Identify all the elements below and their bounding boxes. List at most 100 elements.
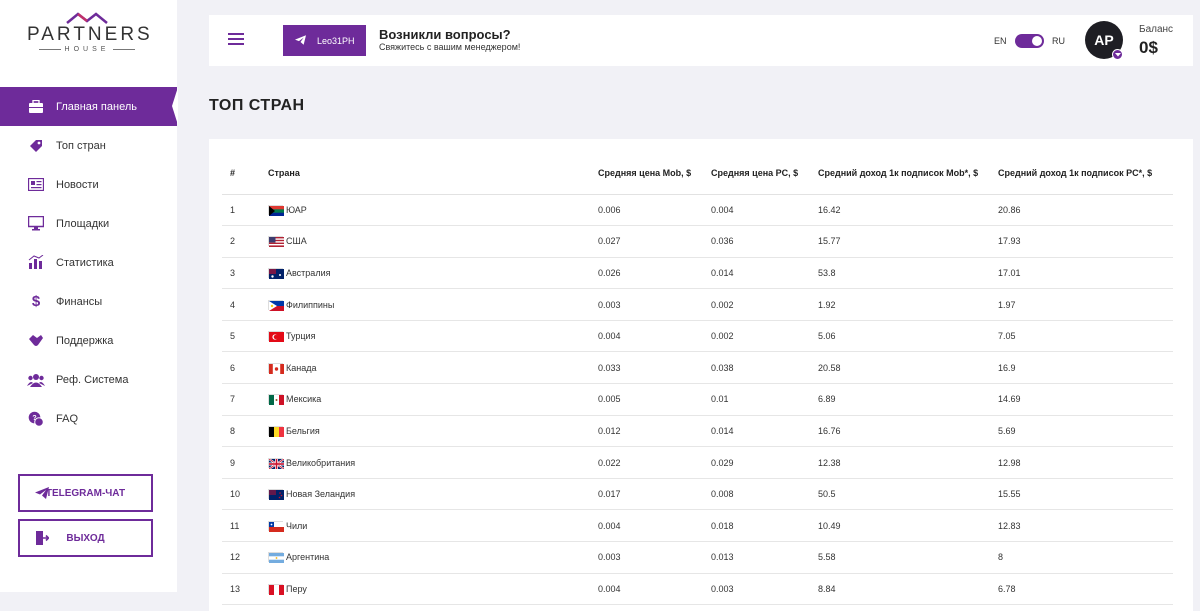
rank-cell: 1 xyxy=(222,194,268,227)
column-header-rank[interactable]: # xyxy=(222,152,268,195)
column-header-mob-income[interactable]: Средний доход 1к подписок Mob*, $ xyxy=(818,152,998,195)
flag-gb-icon xyxy=(268,457,284,469)
rank-cell: 6 xyxy=(222,351,268,385)
roof-logo-icon xyxy=(66,12,108,24)
sidebar-item-support[interactable]: Поддержка xyxy=(0,321,177,360)
sidebar-item-statistics[interactable]: Статистика xyxy=(0,243,177,282)
country-name: Новая Зеландия xyxy=(286,489,356,500)
monitor-icon xyxy=(27,215,45,233)
rank-cell: 7 xyxy=(222,383,268,416)
lang-en-label[interactable]: EN xyxy=(994,36,1007,46)
manager-badge-button[interactable]: Leo31PH xyxy=(283,25,366,56)
sidebar-item-label: Статистика xyxy=(56,256,114,269)
country-name: Великобритания xyxy=(286,457,356,468)
pc-income-cell: 7.05 xyxy=(998,320,1173,353)
mob-income-cell: 15.77 xyxy=(818,225,998,258)
mob-price-cell: 0.033 xyxy=(598,351,711,385)
flag-za-icon xyxy=(268,204,284,216)
country-cell: Мексика xyxy=(268,383,598,416)
table-row: 7 Мексика 0.005 0.01 6.89 14.69 xyxy=(222,383,1173,416)
svg-text:?: ? xyxy=(32,415,36,422)
exit-door-icon xyxy=(34,530,50,546)
flag-be-icon xyxy=(268,425,284,437)
mob-income-cell: 5.06 xyxy=(818,320,998,353)
mob-price-cell: 0.003 xyxy=(598,288,711,321)
newspaper-icon xyxy=(27,176,45,194)
table-row: 1 ЮАР 0.006 0.004 16.42 20.86 xyxy=(222,194,1173,227)
rank-cell: 5 xyxy=(222,320,268,353)
top-countries-card: # Страна Средняя цена Mob, $ Средняя цен… xyxy=(209,139,1193,611)
telegram-icon xyxy=(295,34,306,47)
pc-price-cell: 0.008 xyxy=(711,478,818,511)
pc-price-cell: 0.002 xyxy=(711,288,818,321)
sidebar-item-news[interactable]: Новости xyxy=(0,165,177,204)
mob-income-cell: 6.89 xyxy=(818,383,998,416)
sidebar-item-platforms[interactable]: Площадки xyxy=(0,204,177,243)
dollar-icon: $ xyxy=(31,293,41,310)
flag-mx-icon xyxy=(268,394,284,406)
mob-income-cell: 16.76 xyxy=(818,415,998,448)
pc-price-cell: 0.036 xyxy=(711,225,818,258)
sidebar-item-faq[interactable]: ? FAQ xyxy=(0,399,177,438)
country-name: Австралия xyxy=(286,267,331,278)
mob-price-cell: 0.004 xyxy=(598,573,711,606)
mob-price-cell: 0.004 xyxy=(598,320,711,353)
pc-price-cell: 0.029 xyxy=(711,446,818,479)
country-cell: Австралия xyxy=(268,257,598,290)
top-countries-table: # Страна Средняя цена Mob, $ Средняя цен… xyxy=(222,152,1173,606)
questions-subtitle: Свяжитесь с вашим менеджером! xyxy=(379,42,521,52)
lang-ru-label[interactable]: RU xyxy=(1052,36,1065,46)
mob-income-cell: 50.5 xyxy=(818,478,998,511)
rank-cell: 2 xyxy=(222,225,268,258)
pc-income-cell: 8 xyxy=(998,541,1173,574)
pc-price-cell: 0.018 xyxy=(711,509,818,543)
sidebar-item-dashboard[interactable]: Главная панель xyxy=(0,87,178,126)
sidebar-item-label: Топ стран xyxy=(56,139,106,152)
table-row: 9 Великобритания 0.022 0.029 12.38 12.98 xyxy=(222,446,1173,479)
mob-income-cell: 8.84 xyxy=(818,573,998,606)
telegram-chat-button[interactable]: TELEGRAM-ЧАТ xyxy=(18,474,153,512)
sidebar-item-label: Площадки xyxy=(56,217,110,230)
pc-income-cell: 14.69 xyxy=(998,383,1173,416)
partners-house-logo[interactable]: PARTNERS HOUSE xyxy=(27,12,150,58)
pc-income-cell: 12.83 xyxy=(998,509,1173,543)
sidebar-item-finance[interactable]: $ Финансы xyxy=(0,282,177,321)
mob-price-cell: 0.027 xyxy=(598,225,711,258)
language-toggle[interactable] xyxy=(1015,34,1044,48)
logo-sub: HOUSE xyxy=(64,46,110,53)
country-cell: США xyxy=(268,225,598,258)
mob-income-cell: 53.8 xyxy=(818,257,998,290)
pc-price-cell: 0.004 xyxy=(711,194,818,227)
rank-cell: 8 xyxy=(222,415,268,448)
sidebar-item-referral[interactable]: Реф. Система xyxy=(0,360,177,399)
column-header-country[interactable]: Страна xyxy=(268,152,598,195)
table-row: 4 Филиппины 0.003 0.002 1.92 1.97 xyxy=(222,288,1173,321)
logout-button[interactable]: ВЫХОД xyxy=(18,519,153,557)
pc-income-cell: 16.9 xyxy=(998,351,1173,385)
country-cell: Филиппины xyxy=(268,288,598,321)
pc-income-cell: 15.55 xyxy=(998,478,1173,511)
chevron-down-icon[interactable] xyxy=(1112,49,1123,60)
column-header-mob-price[interactable]: Средняя цена Mob, $ xyxy=(598,152,711,195)
menu-burger-icon[interactable] xyxy=(228,33,244,47)
pc-price-cell: 0.014 xyxy=(711,415,818,448)
pc-income-cell: 12.98 xyxy=(998,446,1173,479)
country-name: Перу xyxy=(286,583,307,594)
tag-icon xyxy=(27,137,45,155)
top-header: Leo31PH Возникли вопросы? Свяжитесь с ва… xyxy=(209,15,1193,66)
flag-pe-icon xyxy=(268,583,284,595)
balance-value: 0$ xyxy=(1139,38,1158,57)
sidebar-item-label: Реф. Система xyxy=(56,373,129,386)
column-header-pc-income[interactable]: Средний доход 1к подписок PC*, $ xyxy=(998,152,1173,195)
column-header-pc-price[interactable]: Средняя цена PC, $ xyxy=(711,152,818,195)
country-name: Аргентина xyxy=(286,552,330,563)
sidebar-item-top-countries[interactable]: Топ стран xyxy=(0,126,177,165)
pc-price-cell: 0.002 xyxy=(711,320,818,353)
sidebar-item-label: FAQ xyxy=(56,412,79,425)
pc-price-cell: 0.01 xyxy=(711,383,818,416)
table-header-row: # Страна Средняя цена Mob, $ Средняя цен… xyxy=(222,152,1173,195)
table-row: 2 США 0.027 0.036 15.77 17.93 xyxy=(222,225,1173,258)
country-cell: Аргентина xyxy=(268,541,598,574)
sidebar-nav: Главная панель Топ стран Новости Площадк… xyxy=(0,87,178,438)
pc-income-cell: 17.01 xyxy=(998,257,1173,290)
